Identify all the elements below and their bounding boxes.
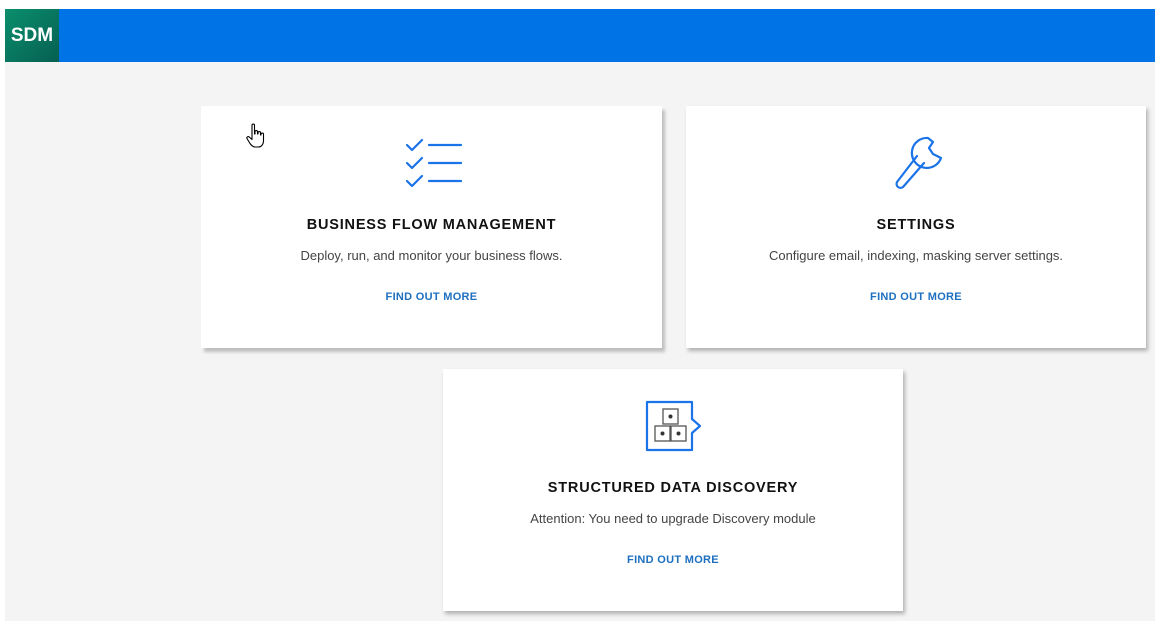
find-out-more-link[interactable]: FIND OUT MORE [443,554,903,566]
find-out-more-link[interactable]: FIND OUT MORE [686,291,1146,303]
card-title: SETTINGS [876,217,956,233]
card-title: BUSINESS FLOW MANAGEMENT [306,217,557,233]
card-description: Configure email, indexing, masking serve… [768,248,1064,263]
hand-cursor-icon [246,123,265,148]
card-description: Deploy, run, and monitor your business f… [300,248,563,263]
card-business-flow-management[interactable]: BUSINESS FLOW MANAGEMENT Deploy, run, an… [201,106,662,348]
card-title: STRUCTURED DATA DISCOVERY [547,480,799,496]
find-out-more-link[interactable]: FIND OUT MORE [201,291,662,303]
page: SDM BUSINESS FLOW MANAGEMENT Deploy, run… [0,0,1155,621]
wrench-icon [895,136,943,189]
data-discovery-icon [645,400,702,452]
top-header-bar: SDM [5,9,1155,62]
card-structured-data-discovery[interactable]: STRUCTURED DATA DISCOVERY Attention: You… [443,369,903,611]
checklist-icon [405,138,462,188]
card-description: Attention: You need to upgrade Discovery… [530,511,816,526]
sdm-logo[interactable]: SDM [5,9,59,62]
card-settings[interactable]: SETTINGS Configure email, indexing, mask… [686,106,1146,348]
app-viewport: SDM BUSINESS FLOW MANAGEMENT Deploy, run… [5,9,1155,621]
